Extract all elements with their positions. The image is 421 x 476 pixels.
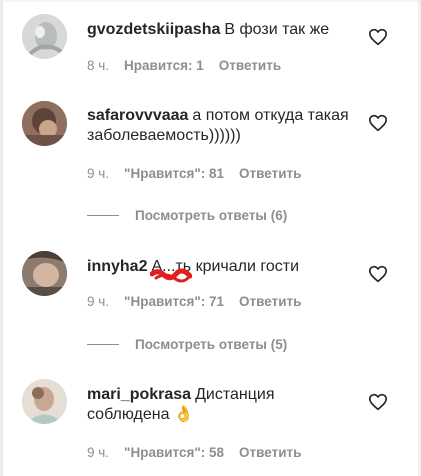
avatar[interactable] [22, 379, 67, 424]
comment-username[interactable]: mari_pokrasa [87, 386, 191, 403]
comment-meta: 8 ч. Нравится: 1 Ответить [87, 58, 296, 73]
likes-count[interactable]: "Нравится": 71 [124, 294, 224, 309]
reply-button[interactable]: Ответить [239, 294, 301, 309]
likes-count[interactable]: Нравится: 1 [124, 58, 204, 73]
view-replies-label[interactable]: Посмотреть ответы (6) [135, 208, 287, 223]
reply-button[interactable]: Ответить [239, 445, 301, 460]
comment-text: safarovvvaaa а потом откуда такая заболев… [87, 106, 357, 146]
comment-text: mari_pokrasa Дистанция соблюдена 👌 [87, 385, 357, 425]
comment-body: В фози так же [224, 21, 330, 38]
reply-button[interactable]: Ответить [239, 166, 301, 181]
comment-time[interactable]: 8 ч. [87, 58, 109, 73]
avatar[interactable] [22, 14, 67, 59]
heart-icon[interactable] [368, 265, 388, 283]
replies-divider [87, 344, 119, 345]
heart-icon[interactable] [368, 393, 388, 411]
top-edge [0, 0, 421, 2]
likes-count[interactable]: "Нравится": 58 [124, 445, 224, 460]
likes-count[interactable]: "Нравится": 81 [124, 166, 224, 181]
comment-username[interactable]: gvozdetskiipasha [87, 21, 220, 38]
comment-meta: 9 ч. "Нравится": 58 Ответить [87, 445, 316, 460]
avatar[interactable] [22, 251, 67, 296]
comment-time[interactable]: 9 ч. [87, 445, 109, 460]
view-replies-label[interactable]: Посмотреть ответы (5) [135, 337, 287, 352]
heart-icon[interactable] [368, 28, 388, 46]
comment-time[interactable]: 9 ч. [87, 294, 109, 309]
comments-panel: gvozdetskiipasha В фози так же 8 ч. Нравит… [0, 0, 421, 476]
replies-divider [87, 215, 119, 216]
left-edge [0, 0, 3, 476]
view-replies-button[interactable]: Посмотреть ответы (6) [87, 208, 287, 223]
comment-username[interactable]: innyha2 [87, 258, 147, 275]
redaction-scribble [150, 268, 192, 283]
comment-meta: 9 ч. "Нравится": 71 Ответить [87, 294, 316, 309]
view-replies-button[interactable]: Посмотреть ответы (5) [87, 337, 287, 352]
heart-icon[interactable] [368, 114, 388, 132]
reply-button[interactable]: Ответить [219, 58, 281, 73]
avatar[interactable] [22, 101, 67, 146]
comment-text: gvozdetskiipasha В фози так же [87, 20, 357, 40]
comment-meta: 9 ч. "Нравится": 81 Ответить [87, 166, 316, 181]
comment-text: innyha2 А...ть кричали гости [87, 257, 357, 277]
comment-time[interactable]: 9 ч. [87, 166, 109, 181]
comment-username[interactable]: safarovvvaaa [87, 107, 188, 124]
